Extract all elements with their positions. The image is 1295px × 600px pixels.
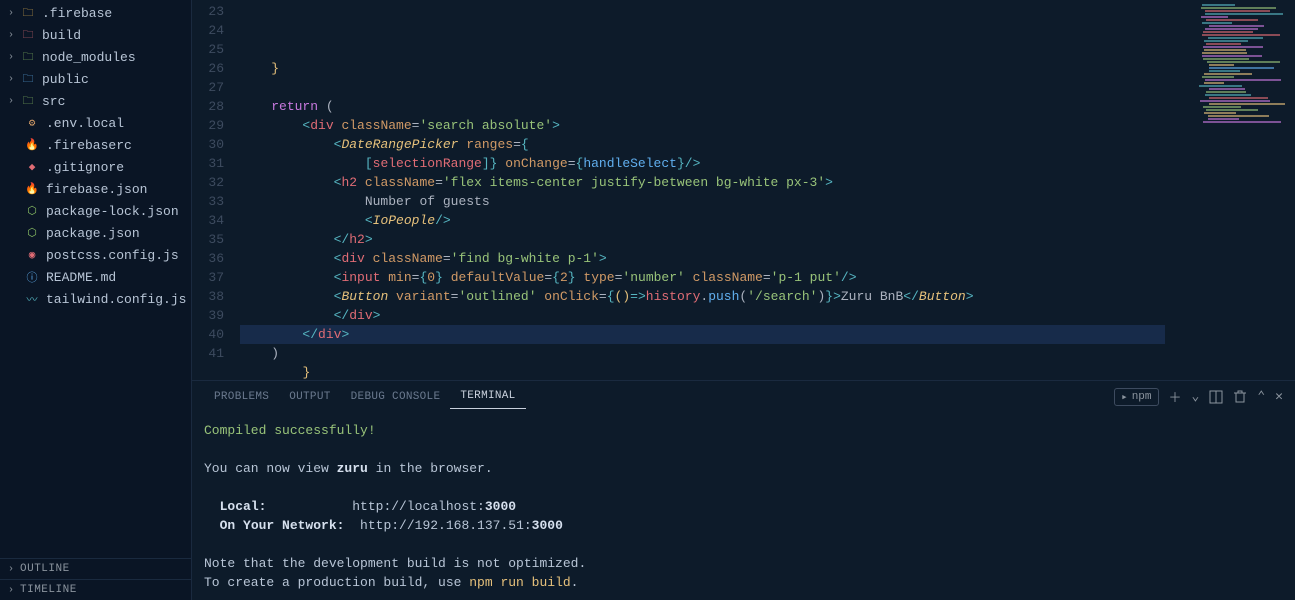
file-name: firebase.json <box>46 182 147 197</box>
code-line: Number of guests <box>240 192 1185 211</box>
minimap[interactable] <box>1185 0 1295 380</box>
code-line: <Button variant='outlined' onClick={()=>… <box>240 287 1185 306</box>
folder-name: build <box>42 28 81 43</box>
folder-item[interactable]: ›🗀 public <box>0 68 191 90</box>
folder-icon: 🗀 <box>20 49 36 65</box>
folder-icon: 🗀 <box>20 71 36 87</box>
chevron-right-icon: › <box>8 564 20 575</box>
file-item[interactable]: 🔥 .firebaserc <box>0 134 191 156</box>
code-line: </div> <box>240 306 1185 325</box>
code-line: [selectionRange]} onChange={handleSelect… <box>240 154 1185 173</box>
chevron-right-icon: › <box>8 52 20 63</box>
outline-label: OUTLINE <box>20 563 70 575</box>
file-icon: ⓘ <box>24 269 40 285</box>
file-icon: ⚙ <box>24 115 40 131</box>
file-icon: ⬡ <box>24 225 40 241</box>
code-line: <DateRangePicker ranges={ <box>240 135 1185 154</box>
file-name: .env.local <box>46 116 124 131</box>
folder-icon: 🗀 <box>20 27 36 43</box>
file-item[interactable]: ⚙ .env.local <box>0 112 191 134</box>
code-line: ) <box>240 344 1185 363</box>
compile-status: Compiled successfully! <box>204 423 376 438</box>
file-name: .firebaserc <box>46 138 132 153</box>
code-line: </h2> <box>240 230 1185 249</box>
tab-problems[interactable]: PROBLEMS <box>204 385 279 409</box>
chevron-right-icon: › <box>8 74 20 85</box>
task-label: npm <box>1132 391 1152 403</box>
file-item[interactable]: 〰 tailwind.config.js <box>0 288 191 310</box>
code-area[interactable]: } return ( <div className='search absolu… <box>240 0 1185 380</box>
bottom-panel: PROBLEMS OUTPUT DEBUG CONSOLE TERMINAL ▸… <box>192 380 1295 600</box>
terminal-dropdown-icon[interactable]: ⌄ <box>1192 389 1200 404</box>
file-icon: 🔥 <box>24 137 40 153</box>
chevron-right-icon: › <box>8 96 20 107</box>
terminal-icon: ▸ <box>1121 390 1128 404</box>
folder-name: src <box>42 94 65 109</box>
file-name: package.json <box>46 226 140 241</box>
folder-icon: 🗀 <box>20 5 36 21</box>
file-name: tailwind.config.js <box>46 292 186 307</box>
tab-terminal[interactable]: TERMINAL <box>450 384 525 409</box>
outline-section[interactable]: › OUTLINE <box>0 558 191 579</box>
panel-tabs: PROBLEMS OUTPUT DEBUG CONSOLE TERMINAL ▸… <box>192 381 1295 413</box>
folder-item[interactable]: ›🗀 .firebase <box>0 2 191 24</box>
code-line: <IoPeople/> <box>240 211 1185 230</box>
file-icon: ◆ <box>24 159 40 175</box>
file-item[interactable]: ⬡ package.json <box>0 222 191 244</box>
folder-item[interactable]: ›🗀 node_modules <box>0 46 191 68</box>
code-line: } <box>240 59 1185 78</box>
file-item[interactable]: ⬡ package-lock.json <box>0 200 191 222</box>
code-line: <h2 className='flex items-center justify… <box>240 173 1185 192</box>
file-item[interactable]: ◉ postcss.config.js <box>0 244 191 266</box>
file-icon: ◉ <box>24 247 40 263</box>
file-name: package-lock.json <box>46 204 179 219</box>
folder-name: public <box>42 72 89 87</box>
terminal-task-selector[interactable]: ▸ npm <box>1114 388 1158 406</box>
file-item[interactable]: ⓘ README.md <box>0 266 191 288</box>
file-name: README.md <box>46 270 116 285</box>
code-line: } <box>240 363 1185 380</box>
code-line <box>240 78 1185 97</box>
close-panel-button[interactable]: ✕ <box>1275 389 1283 404</box>
new-terminal-button[interactable]: ＋ <box>1169 387 1182 406</box>
tab-debug-console[interactable]: DEBUG CONSOLE <box>341 385 451 409</box>
editor[interactable]: 23242526272829303132333435363738394041 }… <box>192 0 1295 380</box>
main-area: 23242526272829303132333435363738394041 }… <box>192 0 1295 600</box>
line-numbers: 23242526272829303132333435363738394041 <box>192 0 240 380</box>
split-terminal-button[interactable] <box>1209 390 1223 404</box>
code-line: </div> <box>240 325 1185 344</box>
folder-item[interactable]: ›🗀 src <box>0 90 191 112</box>
file-icon: 〰 <box>24 291 40 307</box>
folder-name: .firebase <box>42 6 112 21</box>
folder-item[interactable]: ›🗀 build <box>0 24 191 46</box>
file-name: .gitignore <box>46 160 124 175</box>
file-name: postcss.config.js <box>46 248 179 263</box>
tab-output[interactable]: OUTPUT <box>279 385 340 409</box>
file-icon: 🔥 <box>24 181 40 197</box>
chevron-right-icon: › <box>8 8 20 19</box>
kill-terminal-button[interactable] <box>1233 390 1247 404</box>
file-item[interactable]: ◆ .gitignore <box>0 156 191 178</box>
folder-name: node_modules <box>42 50 136 65</box>
terminal-output[interactable]: Compiled successfully! You can now view … <box>192 413 1295 600</box>
folder-icon: 🗀 <box>20 93 36 109</box>
timeline-label: TIMELINE <box>20 584 77 596</box>
minimap-viewport <box>1199 4 1289 104</box>
code-line: <div className='find bg-white p-1'> <box>240 249 1185 268</box>
code-line: <div className='search absolute'> <box>240 116 1185 135</box>
chevron-right-icon: › <box>8 585 20 596</box>
file-explorer: ›🗀.firebase›🗀build›🗀node_modules›🗀public… <box>0 0 192 600</box>
file-icon: ⬡ <box>24 203 40 219</box>
file-item[interactable]: 🔥 firebase.json <box>0 178 191 200</box>
chevron-right-icon: › <box>8 30 20 41</box>
code-line: <input min={0} defaultValue={2} type='nu… <box>240 268 1185 287</box>
timeline-section[interactable]: › TIMELINE <box>0 579 191 600</box>
file-tree[interactable]: ›🗀.firebase›🗀build›🗀node_modules›🗀public… <box>0 0 191 558</box>
code-line: return ( <box>240 97 1185 116</box>
maximize-panel-button[interactable]: ⌃ <box>1257 389 1265 404</box>
